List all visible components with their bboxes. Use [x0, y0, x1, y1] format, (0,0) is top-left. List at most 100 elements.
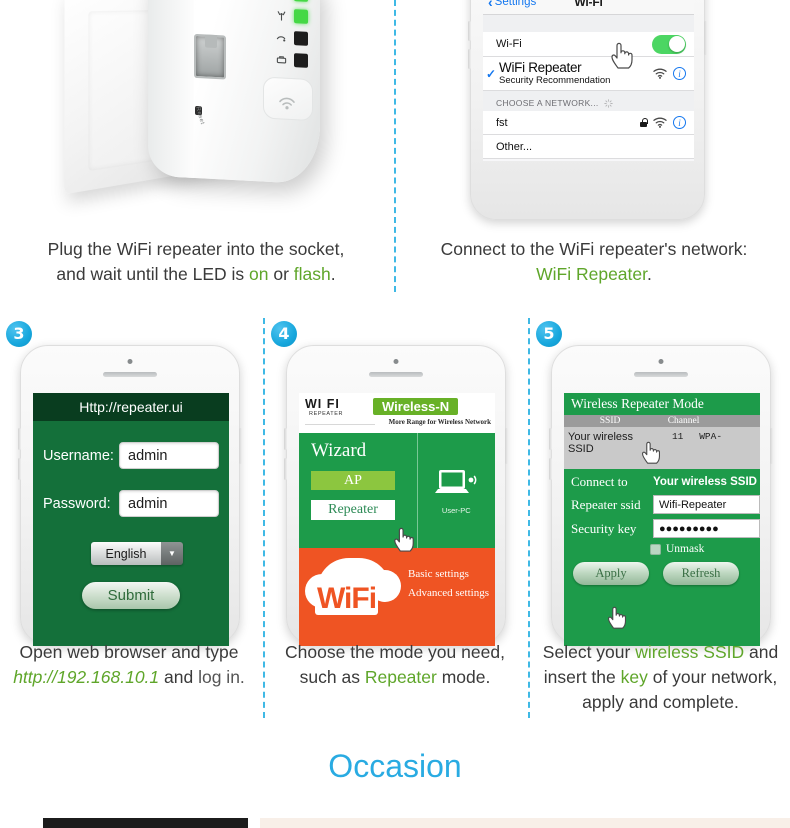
step1-text-on: on	[249, 263, 269, 284]
wifi-toggle-switch[interactable]	[652, 34, 686, 54]
repeater-ssid-row: Repeater ssid Wifi-Repeater	[564, 490, 760, 514]
repeater-ssid-input[interactable]: Wifi-Repeater	[653, 495, 760, 514]
volume-up-button[interactable]	[549, 428, 552, 450]
volume-down-button[interactable]	[549, 458, 552, 480]
unmask-label: Unmask	[666, 543, 705, 555]
step4-text-a: such as	[299, 666, 365, 687]
network-info-button[interactable]: i	[673, 116, 686, 129]
refresh-button[interactable]: Refresh	[663, 562, 739, 585]
advanced-settings-link[interactable]: Advanced settings	[408, 587, 489, 599]
username-label: Username:	[43, 447, 114, 464]
hand-cursor-icon	[394, 527, 414, 552]
iphone-frame-step4: WI FI REPEATER Wireless-N More Range for…	[284, 345, 508, 646]
apply-button[interactable]: Apply	[573, 562, 649, 585]
submit-button[interactable]: Submit	[82, 582, 180, 609]
network-table-header: SSID Channel	[564, 415, 760, 427]
hand-cursor-icon	[611, 42, 633, 69]
security-key-input[interactable]: ●●●●●●●●●	[653, 519, 760, 538]
wireless-n-badge: Wireless-N	[373, 398, 459, 415]
wps-button	[263, 76, 313, 122]
volume-up-button[interactable]	[284, 428, 287, 450]
repeater-mode-screen: Wireless Repeater Mode SSID Channel Your…	[564, 393, 760, 646]
reset-label: Reset	[194, 106, 206, 126]
hand-cursor-icon	[641, 441, 661, 464]
step5-ssid: wireless SSID	[635, 642, 745, 662]
column-header-security	[711, 416, 760, 426]
power-button[interactable]	[239, 428, 242, 464]
username-input[interactable]: admin	[119, 442, 219, 469]
repeater-mode-button[interactable]: Repeater	[311, 500, 395, 520]
divider-top-vertical	[394, 0, 396, 292]
network-row-other[interactable]: Other...	[483, 135, 694, 159]
ios-navigation-bar: ‹ Settings Wi-Fi	[483, 0, 694, 15]
basic-settings-link[interactable]: Basic settings	[408, 568, 489, 580]
ap-mode-button[interactable]: AP	[311, 471, 395, 490]
step5-caption-line1: Select your wireless SSID and	[531, 640, 790, 665]
wifi-antenna-icon	[277, 10, 286, 21]
volume-down-button[interactable]	[18, 458, 21, 480]
back-to-settings-button[interactable]: ‹ Settings	[483, 0, 536, 10]
page-title: Wi-Fi	[574, 0, 603, 9]
login-page-screen: Http://repeater.ui Username: admin Passw…	[33, 393, 229, 646]
volume-up-button[interactable]	[468, 21, 471, 41]
step5-caption-line3: apply and complete.	[582, 691, 739, 712]
bottom-image-left	[43, 818, 248, 828]
language-select[interactable]: English ▼	[91, 542, 183, 565]
network-info-button[interactable]: i	[673, 67, 686, 80]
security-key-label: Security key	[571, 520, 637, 536]
connect-to-row: Connect to Your wireless SSID	[564, 469, 760, 490]
step1-text-or: or	[268, 263, 294, 284]
language-select-value: English	[91, 542, 161, 565]
chevron-down-icon: ▼	[161, 542, 183, 565]
volume-down-button[interactable]	[468, 49, 471, 69]
step-badge-4: 4	[271, 321, 297, 347]
action-button-row: Apply Refresh	[564, 555, 760, 585]
logo-text: WI FI	[305, 397, 340, 411]
earpiece-speaker	[634, 372, 688, 377]
step-badge-5: 5	[536, 321, 562, 347]
password-input[interactable]: admin	[119, 490, 219, 517]
iphone-frame-step5: Wireless Repeater Mode SSID Channel Your…	[549, 345, 773, 646]
network-row-fst[interactable]: fst i	[483, 111, 694, 135]
step3-caption-line1: Open web browser and type	[19, 642, 239, 662]
step3-url: http://192.168.10.1	[13, 666, 160, 687]
step4-caption-line2: such as Repeater mode.	[266, 665, 524, 690]
step3-mid: and	[159, 666, 199, 687]
step2-dot: .	[647, 263, 652, 284]
row-security: WPA-	[699, 431, 723, 442]
step-badge-3: 3	[6, 321, 32, 347]
wifi-toggle-row[interactable]: Wi-Fi	[483, 32, 694, 57]
step1-caption: Plug the WiFi repeater into the socket, …	[0, 237, 392, 287]
power-button[interactable]	[770, 428, 773, 464]
laptop-icon	[435, 469, 477, 493]
step5-text-b: and	[744, 642, 779, 662]
step5-caption-line2: insert the key of your network,	[531, 665, 790, 690]
divider-bottom-right-vertical	[528, 318, 530, 718]
loading-spinner-icon	[603, 98, 613, 108]
security-key-row: Security key ●●●●●●●●●	[564, 514, 760, 538]
step1-caption-line1: Plug the WiFi repeater into the socket,	[47, 239, 345, 259]
power-led	[294, 0, 308, 2]
wizard-page-screen: WI FI REPEATER Wireless-N More Range for…	[299, 393, 495, 646]
step2-network-name: WiFi Repeater	[536, 263, 647, 284]
password-label: Password:	[43, 495, 111, 512]
wifi-signal-icon	[653, 117, 667, 128]
step4-text-b: mode.	[436, 666, 491, 687]
network-table-row[interactable]: Your wireless SSID 11 WPA-	[564, 427, 760, 469]
chevron-left-icon: ‹	[488, 0, 493, 10]
power-button[interactable]	[704, 21, 707, 55]
step2-caption: Connect to the WiFi repeater's network: …	[398, 237, 790, 287]
unmask-checkbox-row[interactable]: Unmask	[564, 538, 760, 555]
browser-url-bar[interactable]: Http://repeater.ui	[33, 393, 229, 421]
lan-port-icon	[276, 55, 287, 63]
volume-down-button[interactable]	[284, 458, 287, 480]
connected-network-row[interactable]: ✓ WiFi Repeater Security Recommendation …	[483, 57, 694, 91]
power-button[interactable]	[505, 428, 508, 464]
volume-up-button[interactable]	[18, 428, 21, 450]
step1-caption-line2: and wait until the LED is on or flash.	[0, 262, 392, 287]
iphone-screen-step2: ‹ Settings Wi-Fi Wi-Fi ✓ WiFi Repeater S…	[483, 0, 694, 161]
unmask-checkbox[interactable]	[650, 543, 661, 555]
step-badge-3-number: 3	[13, 324, 25, 343]
back-label: Settings	[494, 0, 537, 8]
column-header-ssid: SSID	[599, 416, 621, 426]
